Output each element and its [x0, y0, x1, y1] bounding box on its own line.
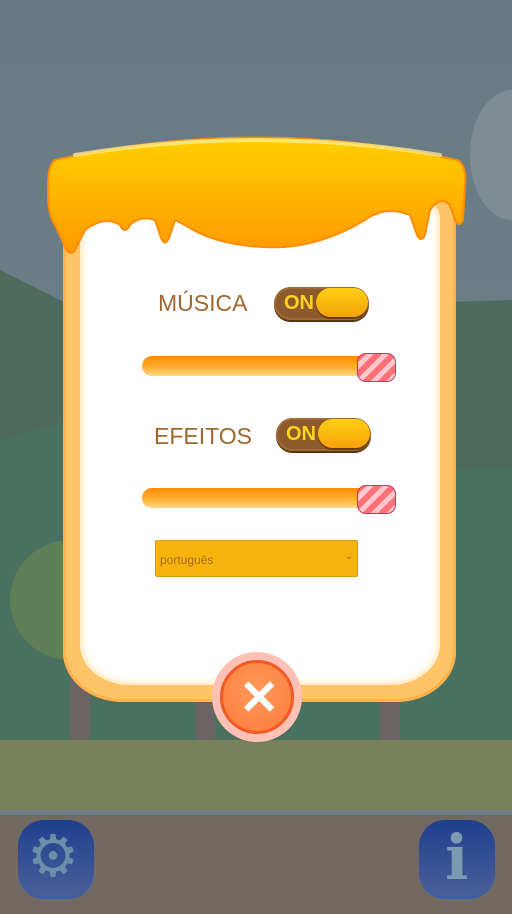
effects-toggle-knob — [318, 419, 370, 448]
effects-volume-thumb[interactable] — [357, 485, 396, 514]
info-icon: i — [445, 821, 469, 894]
music-toggle-state: ON — [284, 292, 314, 314]
settings-panel-content — [80, 200, 440, 685]
music-volume-thumb[interactable] — [357, 353, 396, 382]
language-selected: português — [160, 553, 214, 567]
effects-label: EFEITOS — [154, 423, 252, 449]
effects-volume-track — [142, 488, 377, 508]
effects-toggle[interactable]: ON — [276, 418, 371, 451]
chevron-down-icon: ⌄ — [344, 551, 353, 562]
music-toggle-knob — [316, 288, 368, 317]
honey-drip-header — [46, 136, 467, 254]
music-label: MÚSICA — [158, 290, 248, 316]
effects-volume-slider[interactable] — [142, 485, 396, 514]
language-select[interactable]: português ⌄ — [155, 540, 358, 577]
gear-icon: ⚙ — [27, 824, 79, 889]
music-volume-slider[interactable] — [142, 353, 396, 382]
info-button[interactable]: i — [419, 820, 495, 896]
close-icon: ✕ — [239, 672, 280, 725]
background-grass — [0, 740, 512, 810]
music-volume-track — [142, 356, 377, 376]
effects-toggle-state: ON — [286, 423, 316, 445]
close-button[interactable]: ✕ — [212, 652, 302, 742]
settings-button[interactable]: ⚙ — [18, 820, 94, 896]
music-toggle[interactable]: ON — [274, 287, 369, 320]
